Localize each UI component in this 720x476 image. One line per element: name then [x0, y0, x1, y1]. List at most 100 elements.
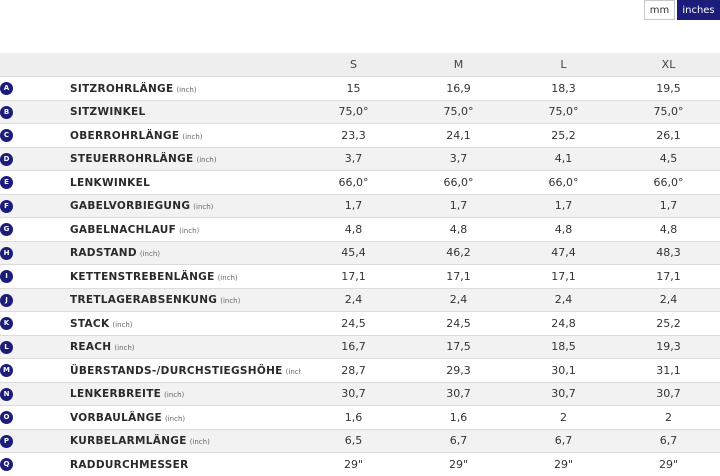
value-cell-s: 17,1 — [301, 264, 406, 288]
badge-cell: E — [0, 170, 70, 194]
value-cell-m: 17,5 — [406, 334, 511, 359]
value-cell-l: 18,5 — [511, 334, 616, 359]
parameter-name-cell: GABELVORBIEGUNG (inch) — [70, 193, 301, 218]
parameter-unit: (inch) — [193, 203, 214, 212]
parameter-name-cell: GABELNACHLAUF (inch) — [70, 217, 301, 241]
value-cell-s: 28,7 — [301, 358, 406, 382]
value-cell-l: 30,7 — [511, 381, 616, 406]
value-cell-s: 4,8 — [301, 217, 406, 241]
value-cell-s: 66,0° — [301, 170, 406, 194]
badge-cell: D — [0, 146, 70, 171]
value-cell-m: 75,0° — [406, 99, 511, 124]
value-cell-m: 4,8 — [406, 217, 511, 241]
size-header-l: L — [511, 53, 616, 77]
parameter-name-cell: SITZWINKEL — [70, 99, 301, 124]
table-row: B SITZWINKEL 75,0° 75,0° 75,0° 75,0° — [0, 99, 720, 124]
badge-cell: L — [0, 334, 70, 359]
parameter-name-cell: OBERROHRLÄNGE (inch) — [70, 123, 301, 147]
unit-mm-button[interactable]: mm — [644, 0, 675, 20]
parameter-name: LENKWINKEL — [70, 176, 151, 189]
table-row: F GABELVORBIEGUNG (inch) 1,7 1,7 1,7 1,7 — [0, 193, 720, 218]
parameter-unit: (inch) — [114, 344, 135, 353]
value-cell-m: 29,3 — [406, 358, 511, 382]
value-cell-xl: 19,5 — [616, 76, 720, 100]
row-letter-badge: B — [0, 105, 13, 119]
table-row: E LENKWINKEL 66,0° 66,0° 66,0° 66,0° — [0, 170, 720, 194]
value-cell-xl: 19,3 — [616, 334, 720, 359]
parameter-unit: (inch) — [182, 132, 203, 141]
header-empty — [70, 53, 301, 77]
value-cell-xl: 4,8 — [616, 217, 720, 241]
value-cell-m: 29" — [406, 452, 511, 476]
value-cell-l: 1,7 — [511, 193, 616, 218]
unit-inches-button[interactable]: inches — [677, 0, 720, 20]
value-cell-l: 75,0° — [511, 99, 616, 124]
value-cell-xl: 30,7 — [616, 381, 720, 406]
parameter-unit: (inch) — [189, 438, 210, 447]
parameter-name-cell: VORBAULÄNGE (inch) — [70, 405, 301, 429]
table-row: A SITZROHRLÄNGE (inch) 15 16,9 18,3 19,5 — [0, 76, 720, 100]
parameter-name: GABELNACHLAUF — [70, 223, 177, 236]
row-letter-badge: D — [0, 152, 13, 166]
value-cell-s: 2,4 — [301, 287, 406, 312]
parameter-unit: (inch) — [164, 414, 186, 423]
value-cell-m: 30,7 — [406, 381, 511, 406]
value-cell-s: 30,7 — [301, 381, 406, 406]
value-cell-m: 6,7 — [406, 428, 511, 453]
parameter-name-cell: REACH (inch) — [70, 334, 301, 359]
value-cell-l: 25,2 — [511, 123, 616, 147]
value-cell-s: 1,7 — [301, 193, 406, 218]
badge-cell: C — [0, 123, 70, 147]
parameter-name: LENKERBREITE — [70, 388, 162, 401]
parameter-name: SITZROHRLÄNGE — [70, 82, 174, 95]
parameter-name: KETTENSTREBENLÄNGE — [70, 270, 215, 283]
parameter-unit: (inch) — [196, 156, 217, 165]
value-cell-xl: 17,1 — [616, 264, 720, 288]
value-cell-s: 45,4 — [301, 240, 406, 265]
row-letter-badge: K — [0, 317, 13, 330]
row-letter-badge: L — [0, 340, 13, 354]
table-header-row: S M L XL — [0, 53, 720, 77]
table-row: K STACK (inch) 24,5 24,5 24,8 25,2 — [0, 311, 720, 335]
badge-cell: B — [0, 99, 70, 124]
parameter-name-cell: KURBELARMLÄNGE (inch) — [70, 428, 301, 453]
header-empty — [0, 53, 70, 77]
value-cell-s: 23,3 — [301, 123, 406, 147]
parameter-name-cell: LENKWINKEL — [70, 170, 301, 194]
parameter-name-cell: KETTENSTREBENLÄNGE (inch) — [70, 264, 301, 288]
value-cell-xl: 66,0° — [616, 170, 720, 194]
parameter-name-cell: LENKERBREITE (inch) — [70, 381, 301, 406]
size-header-s: S — [301, 53, 406, 77]
value-cell-l: 29" — [511, 452, 616, 476]
value-cell-xl: 25,2 — [616, 311, 720, 335]
parameter-unit: (inch) — [179, 226, 200, 235]
row-letter-badge: N — [0, 387, 13, 401]
value-cell-m: 24,1 — [406, 123, 511, 147]
row-letter-badge: E — [0, 176, 13, 189]
value-cell-l: 17,1 — [511, 264, 616, 288]
parameter-name-cell: SITZROHRLÄNGE (inch) — [70, 76, 301, 100]
table-row: C OBERROHRLÄNGE (inch) 23,3 24,1 25,2 26,1 — [0, 123, 720, 147]
value-cell-m: 24,5 — [406, 311, 511, 335]
badge-cell: P — [0, 428, 70, 453]
parameter-name: SITZWINKEL — [70, 106, 146, 119]
parameter-name: ÜBERSTANDS-/DURCHSTIEGSHÖHE — [70, 364, 283, 377]
value-cell-s: 16,7 — [301, 334, 406, 359]
parameter-name: STACK — [70, 317, 110, 330]
parameter-name: RADDURCHMESSER — [70, 458, 189, 471]
table-row: I KETTENSTREBENLÄNGE (inch) 17,1 17,1 17,1 17,… — [0, 264, 720, 288]
table-row: N LENKERBREITE (inch) 30,7 30,7 30,7 30,7 — [0, 381, 720, 406]
row-letter-badge: Q — [0, 458, 13, 471]
parameter-unit: (inch) — [176, 85, 197, 94]
parameter-name: STEUERROHRLÄNGE — [70, 153, 194, 166]
table-row: J TRETLAGERABSENKUNG (inch) 2,4 2,4 2,4 2,4 — [0, 287, 720, 312]
value-cell-l: 30,1 — [511, 358, 616, 382]
parameter-unit: (inch) — [220, 297, 241, 306]
parameter-name: TRETLAGERABSENKUNG — [70, 294, 218, 307]
unit-toggle: mm inches — [644, 0, 720, 20]
row-letter-badge: M — [0, 364, 13, 377]
value-cell-m: 1,6 — [406, 405, 511, 429]
value-cell-m: 16,9 — [406, 76, 511, 100]
value-cell-s: 1,6 — [301, 405, 406, 429]
badge-cell: A — [0, 76, 70, 100]
